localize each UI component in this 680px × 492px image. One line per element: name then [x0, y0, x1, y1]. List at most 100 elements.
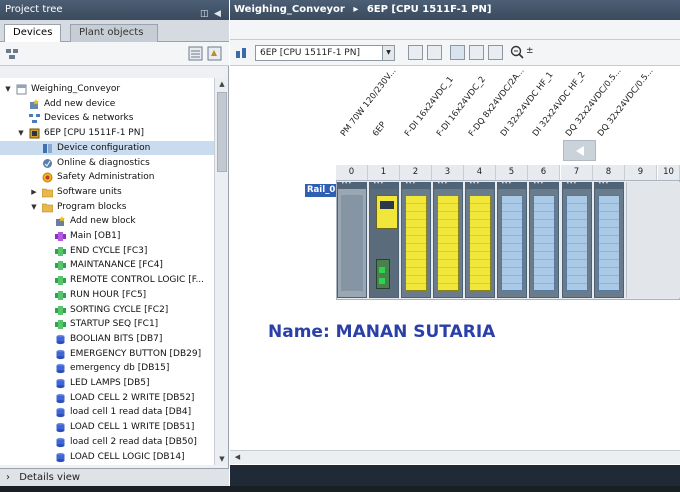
module-header — [338, 180, 366, 189]
tree-vertical-scrollbar[interactable]: ▲ ▼ — [214, 78, 228, 465]
scroll-left-button[interactable] — [563, 140, 596, 161]
tree-item-label: Program blocks — [57, 201, 127, 212]
draw-icon[interactable] — [450, 45, 465, 60]
breadcrumb-device[interactable]: 6EP [CPU 1511F-1 PN] — [367, 4, 492, 15]
tree-item[interactable]: Device configuration — [0, 140, 214, 156]
scroll-up-icon[interactable]: ▲ — [215, 78, 229, 90]
expand-closed-icon[interactable]: ▶ — [30, 185, 38, 200]
io-module[interactable] — [562, 180, 592, 298]
safety-io-module[interactable] — [465, 180, 495, 298]
empty-slots[interactable] — [626, 182, 680, 298]
overview-icon[interactable] — [188, 46, 203, 61]
module-header — [530, 180, 558, 189]
module-label[interactable]: 6EP — [370, 119, 388, 138]
details-view-label: Details view — [19, 472, 81, 483]
tree-item[interactable]: Add new block — [0, 214, 214, 229]
tree-item[interactable]: SORTING CYCLE [FC2] — [0, 303, 214, 318]
tree-item-label: LOAD CELL 1 WRITE [DB51] — [70, 422, 195, 433]
tree-item[interactable]: ▼ Program blocks — [0, 200, 214, 215]
io-module[interactable] — [497, 180, 527, 298]
expand-open-icon[interactable]: ▼ — [30, 200, 38, 215]
tree-item[interactable]: ▼ Weighing_Conveyor — [0, 82, 214, 97]
io-module-body — [566, 195, 588, 291]
device-select-icon[interactable] — [234, 45, 249, 60]
expand-open-icon[interactable]: ▼ — [17, 126, 25, 141]
tree-item[interactable]: load cell 1 read data [DB4] — [0, 405, 214, 420]
rail-label[interactable]: Rail_0 — [305, 184, 337, 197]
tree-item[interactable]: MAINTANANCE BITS [DB30] — [0, 464, 214, 465]
scroll-down-icon[interactable]: ▼ — [215, 453, 229, 465]
tree-settings-icon[interactable] — [207, 46, 222, 61]
safety-io-module[interactable] — [433, 180, 463, 298]
table-view-icon[interactable] — [488, 45, 503, 60]
module-label[interactable]: PM 70W 120/230V... — [338, 66, 398, 138]
tree-item[interactable]: EMERGENCY BUTTON [DB29] — [0, 347, 214, 362]
zoom-dropdown-icon[interactable]: ± — [526, 46, 534, 56]
tree-item-label: Devices & networks — [44, 113, 134, 124]
breadcrumb-project[interactable]: Weighing_Conveyor — [234, 4, 345, 15]
zoom-icon[interactable] — [510, 45, 526, 60]
canvas-horizontal-scrollbar[interactable]: ◀ — [230, 450, 680, 464]
module-header — [595, 180, 623, 189]
tree-item[interactable]: MAINTANANCE [FC4] — [0, 258, 214, 273]
editor-tabbar — [230, 20, 680, 40]
tree-item-label: Online & diagnostics — [57, 157, 150, 168]
network-view-icon[interactable] — [5, 46, 20, 61]
tree-item[interactable]: STARTUP SEQ [FC1] — [0, 317, 214, 332]
tree-item-label: EMERGENCY BUTTON [DB29] — [70, 348, 202, 359]
tree-item[interactable]: END CYCLE [FC3] — [0, 244, 214, 259]
io-module[interactable] — [529, 180, 559, 298]
device-select-dropdown[interactable]: 6EP [CPU 1511F-1 PN] ▼ — [255, 45, 395, 61]
tree-item[interactable]: LOAD CELL LOGIC [DB14] — [0, 450, 214, 465]
safety-io-module[interactable] — [401, 180, 431, 298]
tree-item[interactable]: ▶ Software units — [0, 185, 214, 200]
slot-number: 7 — [561, 165, 593, 180]
show-module-labels-icon[interactable] — [427, 45, 442, 60]
tree-item-label: Device configuration — [57, 142, 151, 153]
tree-item-label: LOAD CELL 2 WRITE [DB52] — [70, 392, 195, 403]
tree-item-label: Weighing_Conveyor — [31, 84, 121, 94]
tab-plant-objects[interactable]: Plant objects — [70, 24, 158, 42]
power-module[interactable] — [337, 180, 367, 298]
tree-item-label: MAINTANANCE BITS [DB30] — [70, 464, 193, 465]
module-label[interactable]: F-DQ 8x24VDC/2A... — [466, 66, 526, 138]
expand-open-icon[interactable]: ▼ — [4, 82, 12, 97]
project-tree-title: Project tree — [5, 4, 63, 15]
grid-view-icon[interactable] — [469, 45, 484, 60]
tree-item[interactable]: LOAD CELL 2 WRITE [DB52] — [0, 391, 214, 406]
tree-item[interactable]: load cell 2 read data [DB50] — [0, 435, 214, 450]
device-properties-icon[interactable] — [408, 45, 423, 60]
module-header — [466, 180, 494, 189]
tree-item[interactable]: BOOLIAN BITS [DB7] — [0, 332, 214, 347]
scroll-left-icon[interactable]: ◀ — [232, 452, 243, 463]
chevron-down-icon[interactable]: ▼ — [382, 46, 394, 60]
io-module[interactable] — [594, 180, 624, 298]
details-view-bar[interactable]: › Details view — [0, 468, 229, 486]
tree-item-label: STARTUP SEQ [FC1] — [70, 319, 159, 330]
cpu-module[interactable] — [369, 180, 399, 298]
tree-item[interactable]: LED LAMPS [DB5] — [0, 376, 214, 391]
slot-number: 5 — [496, 165, 528, 180]
device-view-pane: Weighing_Conveyor ▸ 6EP [CPU 1511F-1 PN]… — [230, 0, 680, 492]
tree-item[interactable]: ▼ 6EP [CPU 1511F-1 PN] — [0, 126, 214, 141]
tree-item[interactable]: Online & diagnostics — [0, 156, 214, 171]
tree-item[interactable]: Add new device — [0, 97, 214, 112]
tree-item[interactable]: REMOTE CONTROL LOGIC [F... — [0, 273, 214, 288]
details-expand-icon[interactable]: › — [6, 472, 10, 483]
tree-item[interactable]: LOAD CELL 1 WRITE [DB51] — [0, 420, 214, 435]
slot-number: 8 — [593, 165, 625, 180]
scroll-thumb[interactable] — [217, 92, 227, 172]
slot-number: 2 — [400, 165, 432, 180]
module-label[interactable]: DQ 32x24VDC/0.5... — [595, 66, 655, 138]
tree-item[interactable]: RUN HOUR [FC5] — [0, 288, 214, 303]
cpu-module-body — [373, 195, 398, 291]
tree-item-label: Add new block — [70, 216, 136, 227]
module-header — [563, 180, 591, 189]
tree-item[interactable]: emergency db [DB15] — [0, 361, 214, 376]
device-view-canvas[interactable]: Rail_0 Name: MANAN SUTARIA 0 1 2 3 4 5 6 7 8 9 10 P… — [230, 66, 680, 450]
tree-item[interactable]: Safety Administration — [0, 170, 214, 185]
project-tree-list: ▼ Weighing_Conveyor Add new device Devices … — [0, 78, 214, 465]
tree-item[interactable]: Main [OB1] — [0, 229, 214, 244]
tab-devices[interactable]: Devices — [4, 24, 62, 43]
tree-item[interactable]: Devices & networks — [0, 111, 214, 126]
